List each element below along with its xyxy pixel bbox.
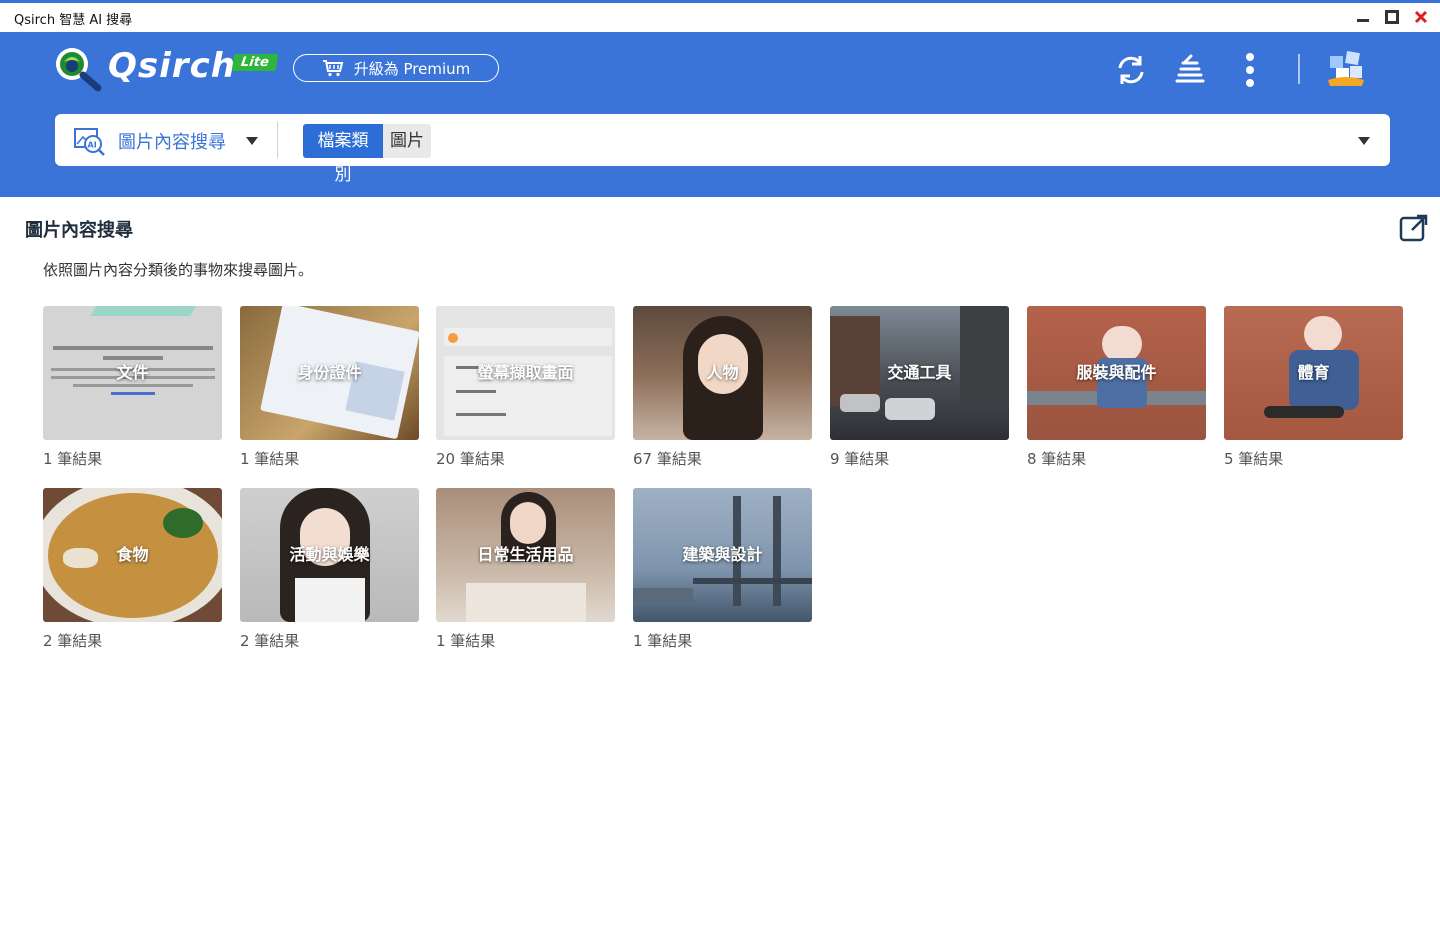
category-label: 人物: [706, 363, 739, 382]
result-count: 1 筆結果: [43, 450, 103, 468]
open-external-icon[interactable]: [1398, 212, 1430, 244]
close-icon: [1414, 10, 1428, 24]
apps-button[interactable]: [1326, 50, 1366, 90]
category-thumbnail: 服裝與配件: [1027, 306, 1206, 440]
category-thumbnail: 人物: [633, 306, 812, 440]
section-description: 依照圖片內容分類後的事物來搜尋圖片。: [43, 261, 314, 279]
category-thumbnail: 食物: [43, 488, 222, 622]
result-count: 8 筆結果: [1027, 450, 1087, 468]
result-count: 1 筆結果: [240, 450, 300, 468]
category-card-vehicle[interactable]: 交通工具 9 筆結果: [830, 306, 1009, 469]
search-bar-divider: [277, 122, 278, 158]
filter-chip-value[interactable]: 圖片: [383, 124, 431, 158]
category-label: 活動與娛樂: [289, 545, 370, 564]
category-label: 建築與設計: [682, 545, 763, 564]
stack-tasks-icon: [1175, 54, 1205, 83]
qsirch-logo-icon: [56, 48, 102, 92]
more-options-button[interactable]: [1230, 50, 1270, 90]
category-thumbnail: 活動與娛樂: [240, 488, 419, 622]
category-thumbnail: 建築與設計: [633, 488, 812, 622]
search-options-chevron-icon[interactable]: [1357, 136, 1371, 146]
category-label: 食物: [116, 545, 149, 564]
category-thumbnail: 螢幕擷取畫面: [436, 306, 615, 440]
tasks-button[interactable]: [1170, 50, 1210, 90]
category-card-food[interactable]: 食物 2 筆結果: [43, 488, 222, 651]
header-divider: [1298, 54, 1300, 84]
result-count: 67 筆結果: [633, 450, 702, 468]
category-label: 交通工具: [887, 363, 952, 382]
category-card-household[interactable]: 日常生活用品 1 筆結果: [436, 488, 615, 651]
upgrade-premium-label: 升級為 Premium: [353, 59, 471, 78]
category-card-id[interactable]: 身份證件 1 筆結果: [240, 306, 419, 469]
svg-text:AI: AI: [88, 141, 97, 150]
result-count: 2 筆結果: [240, 632, 300, 650]
category-label: 身份證件: [297, 363, 362, 382]
category-thumbnail: 日常生活用品: [436, 488, 615, 622]
window-titlebar: Qsirch 智慧 AI 搜尋: [0, 0, 1440, 32]
close-button[interactable]: [1412, 8, 1430, 26]
result-count: 20 筆結果: [436, 450, 505, 468]
category-thumbnail: 文件: [43, 306, 222, 440]
result-count: 1 筆結果: [633, 632, 693, 650]
category-label: 文件: [116, 363, 149, 382]
category-label: 螢幕擷取畫面: [477, 363, 574, 382]
cart-icon: [322, 60, 344, 77]
refresh-icon: [1118, 56, 1144, 84]
category-card-person[interactable]: 人物 67 筆結果: [633, 306, 812, 469]
minimize-button[interactable]: [1354, 8, 1372, 26]
apps-cube-icon: [1328, 51, 1364, 86]
brand-name: Qsirch: [108, 46, 236, 86]
section-title: 圖片內容搜尋: [25, 220, 133, 241]
chevron-down-icon[interactable]: [245, 136, 259, 146]
search-mode-selector[interactable]: 圖片內容搜尋: [118, 128, 226, 154]
window-title: Qsirch 智慧 AI 搜尋: [14, 13, 133, 28]
upgrade-premium-button[interactable]: 升級為 Premium: [293, 54, 499, 82]
lite-badge: Lite: [231, 54, 278, 71]
category-card-document[interactable]: 文件 1 筆結果: [43, 306, 222, 469]
result-count: 5 筆結果: [1224, 450, 1284, 468]
search-bar: AI 圖片內容搜尋 檔案類別 圖片: [55, 114, 1390, 185]
maximize-button[interactable]: [1383, 8, 1401, 26]
more-vertical-icon: [1246, 53, 1254, 87]
result-count: 9 筆結果: [830, 450, 890, 468]
category-label: 體育: [1297, 363, 1330, 382]
category-thumbnail: 交通工具: [830, 306, 1009, 440]
category-thumbnail: 身份證件: [240, 306, 419, 440]
category-card-architecture[interactable]: 建築與設計 1 筆結果: [633, 488, 812, 651]
result-count: 2 筆結果: [43, 632, 103, 650]
minimize-icon: [1357, 19, 1369, 22]
category-card-clothing[interactable]: 服裝與配件 8 筆結果: [1027, 306, 1206, 469]
category-card-activity[interactable]: 活動與娛樂 2 筆結果: [240, 488, 419, 651]
ai-image-search-icon: AI: [74, 128, 105, 156]
category-card-screenshot[interactable]: 螢幕擷取畫面 20 筆結果: [436, 306, 615, 469]
result-count: 1 筆結果: [436, 632, 496, 650]
refresh-button[interactable]: [1111, 50, 1151, 90]
category-thumbnail: 體育: [1224, 306, 1403, 440]
category-card-sport[interactable]: 體育 5 筆結果: [1224, 306, 1403, 469]
maximize-icon: [1385, 10, 1399, 24]
app-header: Qsirch Lite 升級為 Premium AI 圖片內容搜尋 檔案類別 圖…: [0, 32, 1440, 197]
category-label: 日常生活用品: [477, 545, 574, 564]
filter-chip-key[interactable]: 檔案類別: [303, 124, 383, 185]
category-label: 服裝與配件: [1076, 363, 1157, 382]
